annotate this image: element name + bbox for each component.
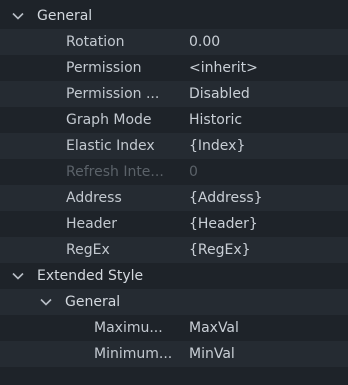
property-name: Header xyxy=(66,216,117,232)
property-name: Minimum... xyxy=(94,346,173,362)
property-row-address[interactable]: Address {Address} xyxy=(0,185,348,211)
property-name: Refresh Inte... xyxy=(66,164,164,180)
chevron-down-icon[interactable] xyxy=(11,269,25,283)
property-value[interactable]: MaxVal xyxy=(189,315,239,341)
group-header-general[interactable]: General xyxy=(0,3,348,29)
chevron-down-icon[interactable] xyxy=(39,295,53,309)
property-name: Maximu... xyxy=(94,320,163,336)
property-name: Address xyxy=(66,190,122,206)
property-row-permission[interactable]: Permission <inherit> xyxy=(0,55,348,81)
chevron-down-icon[interactable] xyxy=(11,9,25,23)
property-value[interactable]: Historic xyxy=(189,107,242,133)
property-value: 0 xyxy=(189,164,198,180)
group-label-general: General xyxy=(37,8,93,24)
property-value[interactable]: {Address} xyxy=(189,185,263,211)
property-panel: General Rotation 0.00 Permission <inheri… xyxy=(0,0,348,385)
property-value[interactable]: {Index} xyxy=(189,133,245,159)
property-value[interactable]: <inherit> xyxy=(189,55,258,81)
property-name: Graph Mode xyxy=(66,112,152,128)
property-row-refresh-interval: Refresh Inte... 0 xyxy=(0,159,348,185)
property-name: Permission xyxy=(66,60,142,76)
property-row-regex[interactable]: RegEx {RegEx} xyxy=(0,237,348,263)
property-row-elastic-index[interactable]: Elastic Index {Index} xyxy=(0,133,348,159)
property-name: Elastic Index xyxy=(66,138,155,154)
property-row-maximum[interactable]: Maximu... MaxVal xyxy=(0,315,348,341)
group-label-extended-general: General xyxy=(65,294,121,310)
property-name: RegEx xyxy=(66,242,110,258)
property-value[interactable]: 0.00 xyxy=(189,29,220,55)
group-label-extended-style: Extended Style xyxy=(37,268,144,284)
property-row-header[interactable]: Header {Header} xyxy=(0,211,348,237)
property-value[interactable]: MinVal xyxy=(189,341,235,367)
group-header-extended-general[interactable]: General xyxy=(0,289,348,315)
property-value[interactable]: {RegEx} xyxy=(189,237,251,263)
property-value[interactable]: Disabled xyxy=(189,81,250,107)
property-row-rotation[interactable]: Rotation 0.00 xyxy=(0,29,348,55)
group-header-extended-style[interactable]: Extended Style xyxy=(0,263,348,289)
property-name: Permission ... xyxy=(66,86,160,102)
property-name: Rotation xyxy=(66,34,125,50)
property-row-permission-mode[interactable]: Permission ... Disabled xyxy=(0,81,348,107)
property-value[interactable]: {Header} xyxy=(189,211,258,237)
property-row-graph-mode[interactable]: Graph Mode Historic xyxy=(0,107,348,133)
property-row-minimum[interactable]: Minimum... MinVal xyxy=(0,341,348,367)
